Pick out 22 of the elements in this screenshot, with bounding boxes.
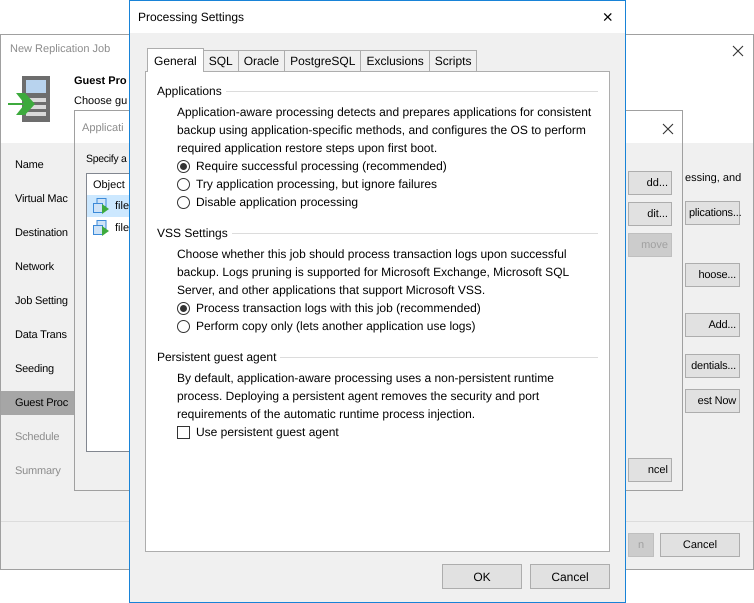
option-label: Perform copy only (lets another application use logs) bbox=[196, 318, 476, 335]
header-title: Guest Pro bbox=[74, 74, 127, 89]
description-text: Choose whether this job should process transaction logs upon successful backup. Logs pruning is supported for Microsoft Exchange, Microsoft SQL Server, and other applications that support Microsoft VSS. bbox=[177, 246, 570, 299]
description-text: By default, application-aware processing uses a non-persistent runtime process. Deploying a persistent agent removes the security and port requirements of the automatic runtime process injection. bbox=[177, 370, 555, 423]
prompt-text: Specify a bbox=[86, 152, 126, 167]
window-title: Processing Settings bbox=[138, 9, 244, 26]
group-title: Applications bbox=[157, 83, 222, 100]
row-label: file bbox=[115, 221, 130, 236]
group-title: VSS Settings bbox=[157, 225, 228, 242]
option-label: Require successful processing (recommended) bbox=[196, 158, 447, 175]
column-header: Object bbox=[93, 178, 125, 193]
description-text: Application-aware processing detects and prepares applications for consistent backup using application-specific methods, and configures the OS to perform required application restore steps upon first boot. bbox=[177, 104, 592, 157]
description-text: essing, and bbox=[685, 171, 742, 186]
group-title: Persistent guest agent bbox=[157, 349, 276, 366]
window-title: New Replication Job bbox=[10, 42, 110, 57]
header-subtitle: Choose gu bbox=[74, 94, 128, 109]
option-label: Use persistent guest agent bbox=[196, 424, 339, 441]
option-label: Process transaction logs with this job (recommended) bbox=[196, 300, 481, 317]
window-title: Applicati bbox=[82, 121, 124, 136]
row-label: file bbox=[115, 199, 130, 214]
option-label: Disable application processing bbox=[196, 194, 358, 211]
option-label: Try application processing, but ignore failures bbox=[196, 176, 438, 193]
